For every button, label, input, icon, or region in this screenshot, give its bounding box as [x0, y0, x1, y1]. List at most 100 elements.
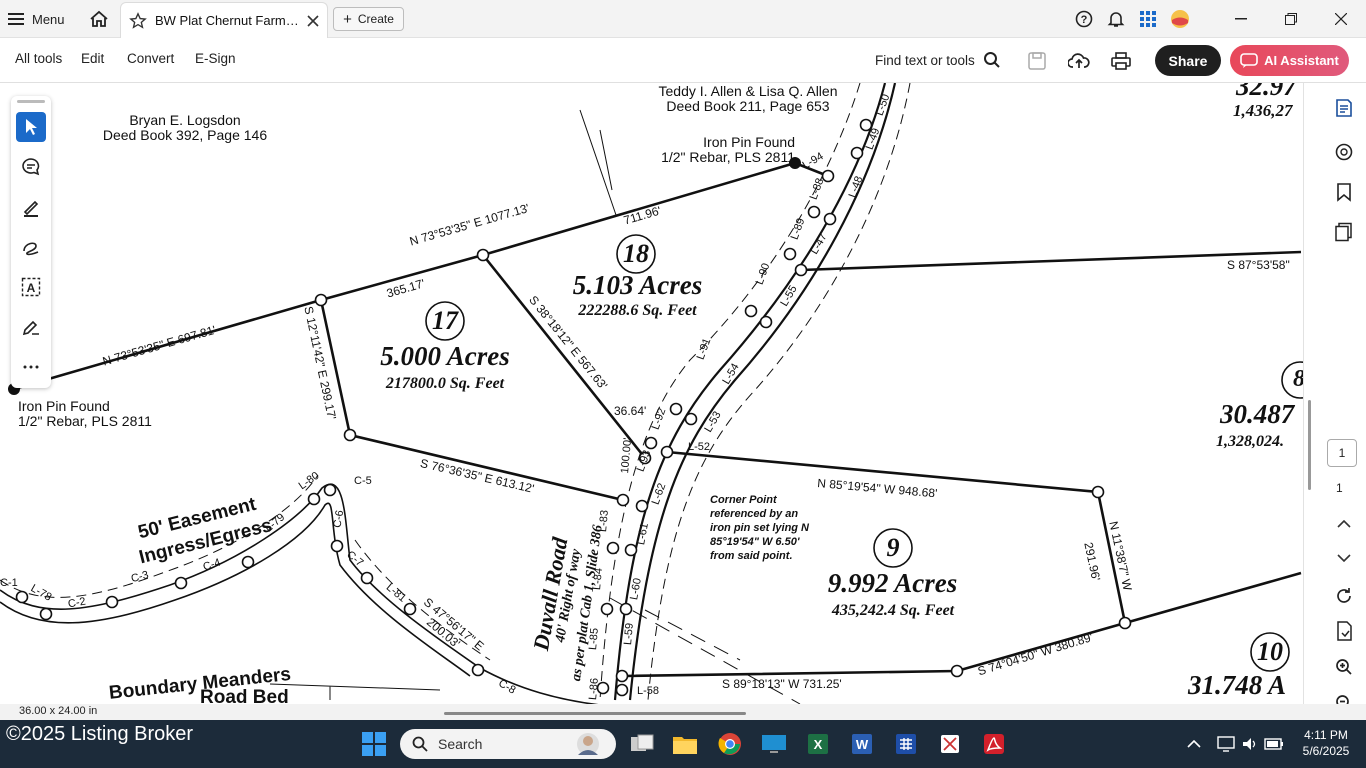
corner-line2: referenced by an — [710, 508, 799, 520]
share-button[interactable]: Share — [1155, 45, 1221, 76]
chevron-up-icon — [1187, 740, 1201, 748]
minimize-button[interactable] — [1216, 0, 1266, 38]
segment-label: L-94 — [800, 150, 826, 172]
word-button[interactable]: W — [848, 730, 876, 758]
battery-icon — [1264, 738, 1283, 750]
comments-panel-button[interactable] — [1330, 94, 1358, 122]
lot18-sqft: 222288.6 Sq. Feet — [578, 302, 697, 319]
text-tool[interactable]: A — [16, 272, 46, 302]
comment-tool[interactable] — [16, 152, 46, 182]
owner-allen: Teddy I. Allen & Lisa Q. Allen Deed Book… — [648, 84, 848, 114]
taskbar-clock[interactable]: 4:11 PM 5/6/2025 — [1296, 727, 1356, 759]
cloud-upload-icon[interactable] — [1066, 48, 1092, 74]
find-tools-search[interactable]: Find text or tools — [875, 51, 1001, 69]
tray-overflow[interactable] — [1180, 730, 1208, 758]
speaker-icon — [1243, 738, 1256, 750]
save-icon[interactable] — [1024, 48, 1050, 74]
title-bar: Menu BW Plat Chernut Farms ... + Create … — [0, 0, 1366, 38]
menu-button[interactable]: Menu — [8, 8, 65, 30]
page-down-button[interactable] — [1330, 544, 1358, 572]
task-view-button[interactable] — [628, 730, 656, 758]
restore-button[interactable] — [1266, 0, 1316, 38]
segment-label: L-93 — [634, 448, 654, 474]
file-explorer-button[interactable] — [671, 730, 699, 758]
snipping-tool-button[interactable] — [936, 730, 964, 758]
drag-handle[interactable] — [17, 100, 45, 103]
start-button[interactable] — [360, 730, 388, 758]
lot9-number: 9 — [886, 533, 900, 562]
close-window-button[interactable] — [1316, 0, 1366, 38]
pages-panel-button[interactable] — [1330, 218, 1358, 246]
segment-label: L-49 — [863, 126, 883, 152]
corner-line3: iron pin set lying N — [710, 522, 810, 534]
status-bar: 36.00 x 24.00 in — [0, 704, 1366, 720]
segment-label: C-3 — [129, 568, 150, 586]
extract-button[interactable] — [1330, 617, 1358, 645]
horizontal-scrollbar[interactable] — [444, 712, 746, 715]
highlight-tool[interactable] — [16, 192, 46, 222]
segment-label: L-52 — [688, 441, 711, 453]
chevron-down-icon — [1337, 554, 1351, 562]
comment-icon — [22, 158, 40, 176]
bearing-n85: N 85°19'54" W 948.68' — [816, 476, 938, 501]
bookmarks-panel-button[interactable] — [1330, 178, 1358, 206]
draw-tool[interactable] — [16, 232, 46, 262]
vertical-scrollbar[interactable] — [1308, 400, 1311, 490]
segment-label: C-1 — [0, 577, 18, 589]
chrome-button[interactable] — [716, 730, 744, 758]
excel-icon: X — [808, 734, 828, 754]
home-button[interactable] — [86, 7, 112, 31]
zoom-in-icon — [1336, 659, 1352, 675]
help-icon[interactable]: ? — [1068, 0, 1100, 38]
excel-button[interactable]: X — [804, 730, 832, 758]
menu-label: Menu — [32, 11, 65, 27]
lot10-acres: 31.748 A — [1188, 670, 1287, 700]
page-number-input[interactable]: 1 — [1327, 439, 1357, 467]
battery-tray[interactable] — [1260, 730, 1288, 758]
lot9-acres: 9.992 Acres — [827, 568, 958, 598]
apps-grid-icon[interactable] — [1132, 0, 1164, 38]
more-tools[interactable] — [16, 352, 46, 382]
ai-chat-panel-button[interactable] — [1330, 138, 1358, 166]
owner2-deed: Deed Book 211, Page 653 — [666, 98, 830, 114]
page-total: 1 — [1336, 481, 1343, 495]
sign-tool[interactable] — [16, 312, 46, 342]
segment-label: L-91 — [694, 336, 714, 362]
document-tab[interactable]: BW Plat Chernut Farms ... — [120, 2, 328, 38]
lot8-number: 8 — [1293, 366, 1303, 393]
svg-text:?: ? — [1081, 14, 1088, 26]
edit-menu[interactable]: Edit — [81, 51, 104, 66]
select-tool[interactable] — [16, 112, 46, 142]
print-icon[interactable] — [1108, 48, 1134, 74]
lot-top-sqft: 1,436,27 — [1233, 101, 1293, 120]
bookmark-icon — [1337, 183, 1351, 202]
page-up-button[interactable] — [1330, 510, 1358, 538]
remote-desktop-button[interactable] — [760, 730, 788, 758]
segment-label: L-47 — [808, 231, 830, 257]
bell-icon[interactable] — [1100, 0, 1132, 38]
folder-icon — [673, 737, 697, 754]
bearing-n11: N 11°38'7" W — [1106, 520, 1135, 592]
rotate-button[interactable] — [1330, 582, 1358, 610]
esign-menu[interactable]: E-Sign — [195, 51, 236, 66]
avatar-icon[interactable] — [1164, 0, 1196, 38]
acrobat-button[interactable] — [980, 730, 1008, 758]
search-icon — [983, 52, 1000, 68]
convert-menu[interactable]: Convert — [127, 51, 174, 66]
app-button[interactable] — [892, 730, 920, 758]
ai-assistant-button[interactable]: AI Assistant — [1230, 45, 1349, 76]
cursor-icon — [26, 119, 37, 135]
create-button[interactable]: + Create — [333, 7, 404, 31]
bearing-100: 100.00' — [619, 437, 635, 475]
segment-label: L-92 — [649, 406, 669, 432]
all-tools-menu[interactable]: All tools — [15, 51, 62, 66]
bearing-s12: S 12°11'42" E 299.17' — [301, 305, 340, 421]
star-icon[interactable] — [129, 11, 147, 30]
bearing-365: 365.17' — [385, 276, 427, 301]
quick-tools-panel: A — [11, 96, 51, 388]
segment-label: L-55 — [778, 283, 800, 309]
close-tab-icon[interactable] — [307, 14, 319, 27]
taskbar-search[interactable]: Search — [400, 729, 616, 759]
document-canvas[interactable]: Bryan E. Logsdon Deed Book 392, Page 146… — [0, 83, 1303, 704]
zoom-in-button[interactable] — [1330, 653, 1358, 681]
